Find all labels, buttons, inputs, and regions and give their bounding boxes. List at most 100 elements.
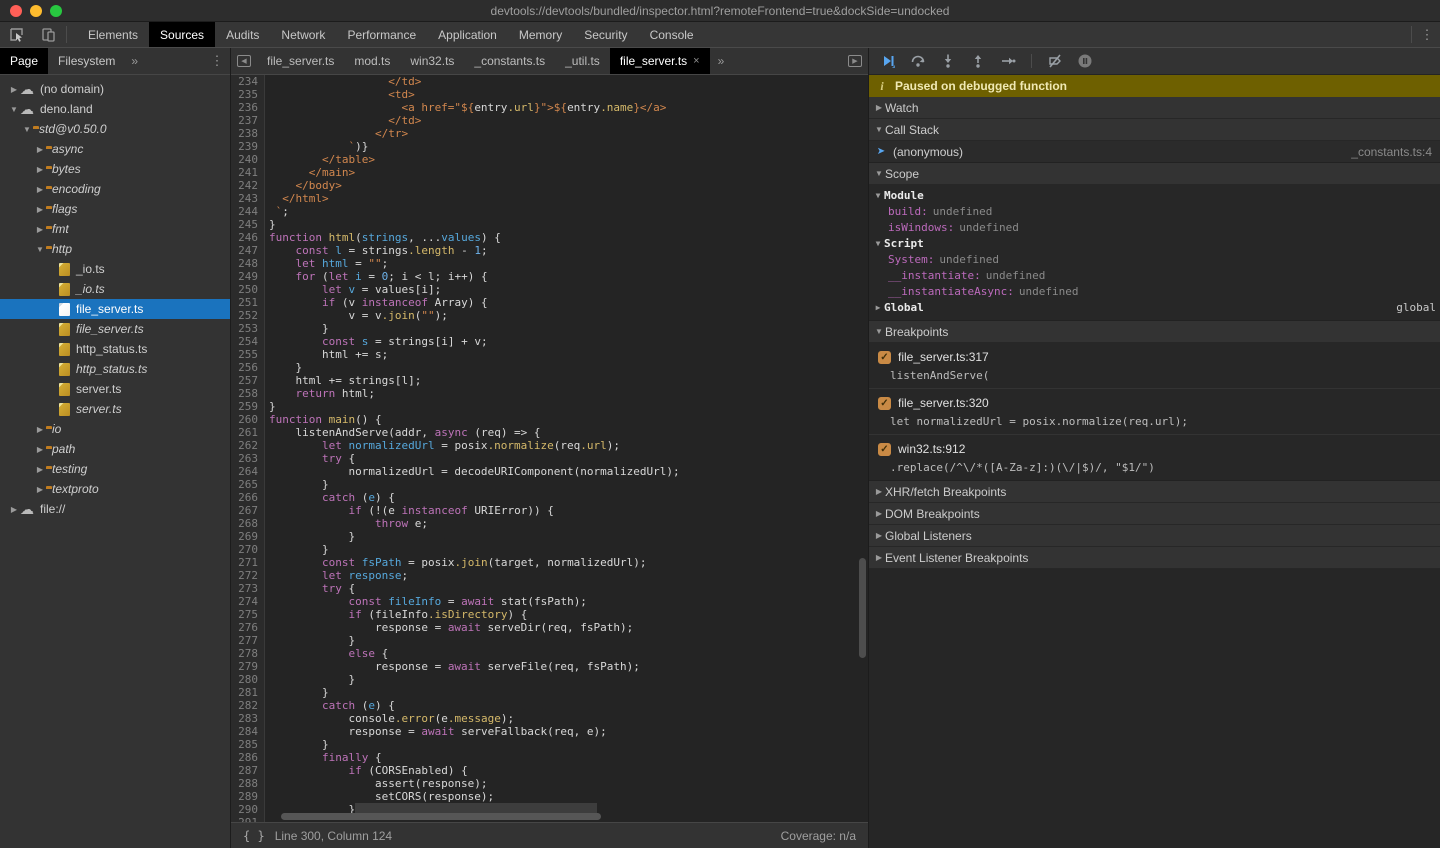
section-dom-breakpoints[interactable]: ▶DOM Breakpoints: [869, 503, 1440, 525]
breakpoint-entry[interactable]: ✓file_server.ts:320let normalizedUrl = p…: [869, 389, 1440, 435]
line-number[interactable]: 284: [231, 725, 265, 738]
chevron-down-icon[interactable]: ▼: [21, 125, 33, 134]
navigator-more-options-icon[interactable]: ⋮: [204, 48, 230, 74]
line-number[interactable]: 276: [231, 621, 265, 634]
inspect-element-icon[interactable]: [0, 22, 32, 47]
scope-group[interactable]: ▶Globalglobal: [869, 300, 1440, 316]
chevron-down-icon[interactable]: ▼: [8, 105, 20, 114]
tree-item[interactable]: ▶☁(no domain): [0, 79, 230, 99]
tree-item[interactable]: http_status.ts: [0, 359, 230, 379]
tree-item[interactable]: _io.ts: [0, 259, 230, 279]
chevron-right-icon[interactable]: ▶: [34, 465, 46, 474]
line-number[interactable]: 285: [231, 738, 265, 751]
line-number[interactable]: 280: [231, 673, 265, 686]
device-toolbar-icon[interactable]: [32, 22, 64, 47]
step-out-icon[interactable]: [965, 50, 991, 72]
line-number[interactable]: 257: [231, 374, 265, 387]
line-number[interactable]: 290: [231, 803, 265, 816]
line-number[interactable]: 254: [231, 335, 265, 348]
chevron-down-icon[interactable]: ▼: [872, 188, 884, 204]
chevron-right-icon[interactable]: ▶: [8, 85, 20, 94]
line-number[interactable]: 278: [231, 647, 265, 660]
line-number[interactable]: 249: [231, 270, 265, 283]
tree-item[interactable]: ▶testing: [0, 459, 230, 479]
chevron-right-icon[interactable]: ▶: [34, 185, 46, 194]
line-number[interactable]: 260: [231, 413, 265, 426]
line-number[interactable]: 236: [231, 101, 265, 114]
line-number[interactable]: 274: [231, 595, 265, 608]
editor-tab-file_server.ts[interactable]: file_server.ts: [257, 48, 344, 74]
line-number[interactable]: 286: [231, 751, 265, 764]
pretty-print-icon[interactable]: { }: [231, 829, 275, 843]
tree-item[interactable]: server.ts: [0, 399, 230, 419]
tree-item[interactable]: _io.ts: [0, 279, 230, 299]
scope-property[interactable]: __instantiateAsync:undefined: [869, 284, 1440, 300]
line-number[interactable]: 269: [231, 530, 265, 543]
tree-item[interactable]: file_server.ts: [0, 299, 230, 319]
line-number[interactable]: 243: [231, 192, 265, 205]
chevron-right-icon[interactable]: ▶: [34, 225, 46, 234]
line-number[interactable]: 238: [231, 127, 265, 140]
line-number[interactable]: 281: [231, 686, 265, 699]
breakpoint-checkbox[interactable]: ✓: [878, 397, 891, 410]
chevron-right-icon[interactable]: ▶: [34, 165, 46, 174]
line-number[interactable]: 264: [231, 465, 265, 478]
scope-property[interactable]: isWindows:undefined: [869, 220, 1440, 236]
section-call-stack[interactable]: ▼ Call Stack: [869, 119, 1440, 141]
scope-group[interactable]: ▼Module: [869, 188, 1440, 204]
editor-vertical-scrollbar[interactable]: [859, 558, 866, 658]
tree-item[interactable]: ▶☁file://: [0, 499, 230, 519]
tree-item[interactable]: ▼☁deno.land: [0, 99, 230, 119]
line-number[interactable]: 259: [231, 400, 265, 413]
line-number[interactable]: 251: [231, 296, 265, 309]
chevron-right-icon[interactable]: ▶: [34, 485, 46, 494]
line-number[interactable]: 289: [231, 790, 265, 803]
section-watch[interactable]: ▶ Watch: [869, 97, 1440, 119]
main-tab-memory[interactable]: Memory: [508, 22, 573, 47]
section-xhr-fetch-breakpoints[interactable]: ▶XHR/fetch Breakpoints: [869, 481, 1440, 503]
chevron-right-icon[interactable]: ▶: [34, 425, 46, 434]
line-number[interactable]: 245: [231, 218, 265, 231]
main-tab-console[interactable]: Console: [639, 22, 705, 47]
chevron-right-icon[interactable]: ▶: [34, 205, 46, 214]
line-number[interactable]: 283: [231, 712, 265, 725]
breakpoint-checkbox[interactable]: ✓: [878, 443, 891, 456]
step-over-icon[interactable]: [905, 50, 931, 72]
tree-item[interactable]: ▶fmt: [0, 219, 230, 239]
line-number[interactable]: 253: [231, 322, 265, 335]
main-tab-security[interactable]: Security: [573, 22, 638, 47]
line-number[interactable]: 291: [231, 816, 265, 822]
tree-item[interactable]: ▶io: [0, 419, 230, 439]
line-number[interactable]: 282: [231, 699, 265, 712]
line-number[interactable]: 252: [231, 309, 265, 322]
line-number[interactable]: 270: [231, 543, 265, 556]
line-number[interactable]: 258: [231, 387, 265, 400]
step-into-icon[interactable]: [935, 50, 961, 72]
line-number[interactable]: 261: [231, 426, 265, 439]
line-number[interactable]: 240: [231, 153, 265, 166]
show-debugger-icon[interactable]: ▶: [842, 48, 868, 74]
line-number[interactable]: 234: [231, 75, 265, 88]
line-number[interactable]: 275: [231, 608, 265, 621]
tree-item[interactable]: file_server.ts: [0, 319, 230, 339]
tab-filesystem[interactable]: Filesystem: [48, 48, 125, 74]
main-tab-elements[interactable]: Elements: [77, 22, 149, 47]
editor-tab-win32.ts[interactable]: win32.ts: [400, 48, 464, 74]
tree-item[interactable]: ▶textproto: [0, 479, 230, 499]
editor-tab-_constants.ts[interactable]: _constants.ts: [464, 48, 555, 74]
line-number[interactable]: 272: [231, 569, 265, 582]
line-number[interactable]: 263: [231, 452, 265, 465]
close-tab-icon[interactable]: ×: [693, 55, 699, 67]
line-number[interactable]: 246: [231, 231, 265, 244]
line-number[interactable]: 273: [231, 582, 265, 595]
line-number[interactable]: 250: [231, 283, 265, 296]
editor-tab-file_server.ts[interactable]: file_server.ts×: [610, 48, 710, 74]
line-number[interactable]: 244: [231, 205, 265, 218]
chevron-down-icon[interactable]: ▼: [34, 245, 46, 254]
tree-item[interactable]: ▶encoding: [0, 179, 230, 199]
more-options-icon[interactable]: ⋮: [1414, 22, 1440, 47]
step-icon[interactable]: [995, 50, 1021, 72]
chevron-down-icon[interactable]: ▼: [872, 236, 884, 252]
breakpoint-entry[interactable]: ✓file_server.ts:317listenAndServe(: [869, 343, 1440, 389]
line-number[interactable]: 242: [231, 179, 265, 192]
